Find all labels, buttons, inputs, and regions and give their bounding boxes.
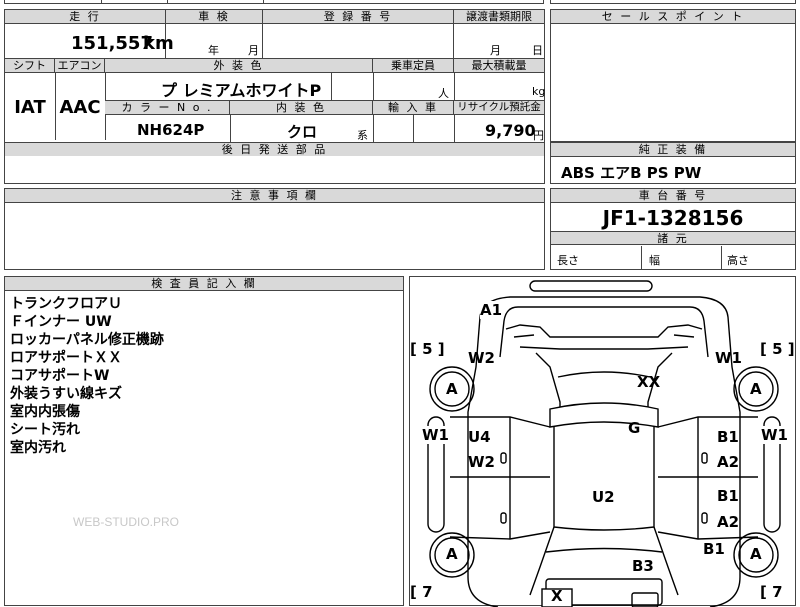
header-notes: 注 意 事 項 欄 — [5, 189, 544, 203]
mark-w2-side: W2 — [468, 453, 495, 471]
header-import: 輸 入 車 — [373, 101, 454, 115]
header-chassis: 車 台 番 号 — [551, 189, 795, 203]
header-color-no: カ ラ ー N o . — [105, 101, 230, 115]
interior-color-suffix: 系 — [357, 129, 368, 142]
mark-a2-lower: A2 — [717, 513, 740, 531]
shift-value: IAT — [14, 97, 46, 118]
mark-x-bottom: X — [551, 587, 563, 605]
inspector-note: ロッカーパネル修正機跡 — [10, 332, 164, 348]
header-recycle: リサイクル預託金 — [454, 101, 544, 115]
header-capacity: 乗車定員 — [373, 59, 454, 73]
inspector-note: トランクフロアＵ — [10, 296, 122, 312]
inspection-year-unit: 年 — [208, 44, 219, 57]
inspector-note: 室内内張傷 — [10, 404, 80, 420]
mark-a1: A1 — [480, 301, 503, 319]
mark-u4: U4 — [468, 428, 491, 446]
mark-a-front-right: A — [750, 380, 762, 398]
bracket-5-left: [ 5 ] — [410, 340, 445, 358]
bracket-7-right: [ 7 — [760, 583, 783, 601]
header-interior-color: 内 装 色 — [230, 101, 373, 115]
inspector-note: ロアサポートＸＸ — [10, 350, 122, 366]
top-strip-right — [550, 0, 796, 4]
interior-color-value: クロ — [287, 123, 318, 141]
mark-u2: U2 — [592, 488, 615, 506]
deadline-month-unit: 月 — [490, 44, 501, 57]
header-max-load: 最大積載量 — [454, 59, 544, 73]
inspector-note: 室内汚れ — [10, 440, 66, 456]
inspector-note: シート汚れ — [10, 422, 80, 438]
mark-w1-right: W1 — [761, 426, 788, 444]
aircon-value: AAC — [59, 97, 101, 118]
equipment-value: ABS エアB PS PW — [561, 164, 702, 182]
dim-height: 高さ — [727, 254, 749, 267]
recycle-value: 9,790 — [485, 121, 536, 140]
mark-a-rear-left: A — [446, 545, 458, 563]
chassis-box: 車 台 番 号 JF1-1328156 諸 元 長さ 幅 高さ — [550, 188, 796, 270]
mark-b1-upper: B1 — [717, 428, 739, 446]
mark-xx: XX — [637, 373, 661, 391]
header-equipment: 純 正 装 備 — [551, 143, 795, 157]
exterior-color-value: プ レミアムホワイトP — [161, 81, 322, 100]
chassis-value: JF1-1328156 — [602, 206, 744, 230]
header-aircon: エアコン — [55, 59, 105, 73]
vehicle-info-table: 走 行 車 検 登 録 番 号 譲渡書類期限 151,557 km 年 月 月 … — [4, 9, 545, 156]
mark-b1-mid: B1 — [717, 487, 739, 505]
load-unit: kg — [532, 85, 546, 98]
top-strip — [4, 0, 544, 4]
inspector-note: 外装うすい線キズ — [10, 386, 122, 402]
header-inspector: 検 査 員 記 入 欄 — [5, 277, 403, 291]
capacity-unit: 人 — [438, 87, 449, 100]
inspection-month-unit: 月 — [248, 44, 259, 57]
parts-value-cell — [4, 155, 545, 184]
header-inspection: 車 検 — [166, 10, 263, 24]
header-sales-point: セ ー ル ス ポ イ ン ト — [551, 10, 795, 24]
mark-w2-top: W2 — [468, 349, 495, 367]
mark-g: G — [628, 419, 641, 437]
mark-b1-lower: B1 — [703, 540, 725, 558]
mark-w1-top: W1 — [715, 349, 742, 367]
watermark: WEB-STUDIO.PRO — [73, 515, 180, 529]
mark-a2-upper: A2 — [717, 453, 740, 471]
mark-a-front-left: A — [446, 380, 458, 398]
inspector-notes-list: トランクフロアＵ Ｆインナー UW ロッカーパネル修正機跡 ロアサポートＸＸ コ… — [10, 295, 164, 457]
mark-a-rear-right: A — [750, 545, 762, 563]
mileage-cell: 151,557 km — [5, 24, 174, 58]
dim-width: 幅 — [649, 254, 660, 267]
registration-cell — [263, 24, 454, 58]
header-registration: 登 録 番 号 — [263, 10, 454, 24]
header-transfer-deadline: 譲渡書類期限 — [454, 10, 544, 24]
inspection-cell: 年 月 — [166, 24, 263, 58]
inspector-box: 検 査 員 記 入 欄 トランクフロアＵ Ｆインナー UW ロッカーパネル修正機… — [4, 276, 404, 606]
header-exterior-color: 外 装 色 — [105, 59, 373, 73]
car-diagram: [ 5 ] [ 5 ] [ 7 [ 7 A1 W2 W1 XX A A W1 W… — [409, 276, 796, 607]
recycle-unit: 円 — [533, 129, 544, 142]
mark-b3: B3 — [632, 557, 654, 575]
color-no-value: NH624P — [137, 121, 205, 139]
deadline-cell: 月 日 — [454, 24, 544, 58]
mileage-value: 151,557 — [71, 33, 153, 54]
header-shift: シフト — [5, 59, 55, 73]
header-dimensions: 諸 元 — [551, 231, 795, 245]
bracket-5-right: [ 5 ] — [760, 340, 795, 358]
notes-box: 注 意 事 項 欄 — [4, 188, 545, 270]
header-mileage: 走 行 — [5, 10, 166, 24]
sales-point-box: セ ー ル ス ポ イ ン ト — [550, 9, 796, 142]
dim-length: 長さ — [557, 254, 579, 267]
inspector-note: コアサポートW — [10, 368, 110, 384]
inspector-note: Ｆインナー UW — [10, 314, 112, 330]
mark-w1-left: W1 — [422, 426, 449, 444]
equipment-box: 純 正 装 備 ABS エアB PS PW — [550, 142, 796, 184]
bracket-7-left: [ 7 — [410, 583, 433, 601]
deadline-day-unit: 日 — [532, 44, 543, 57]
